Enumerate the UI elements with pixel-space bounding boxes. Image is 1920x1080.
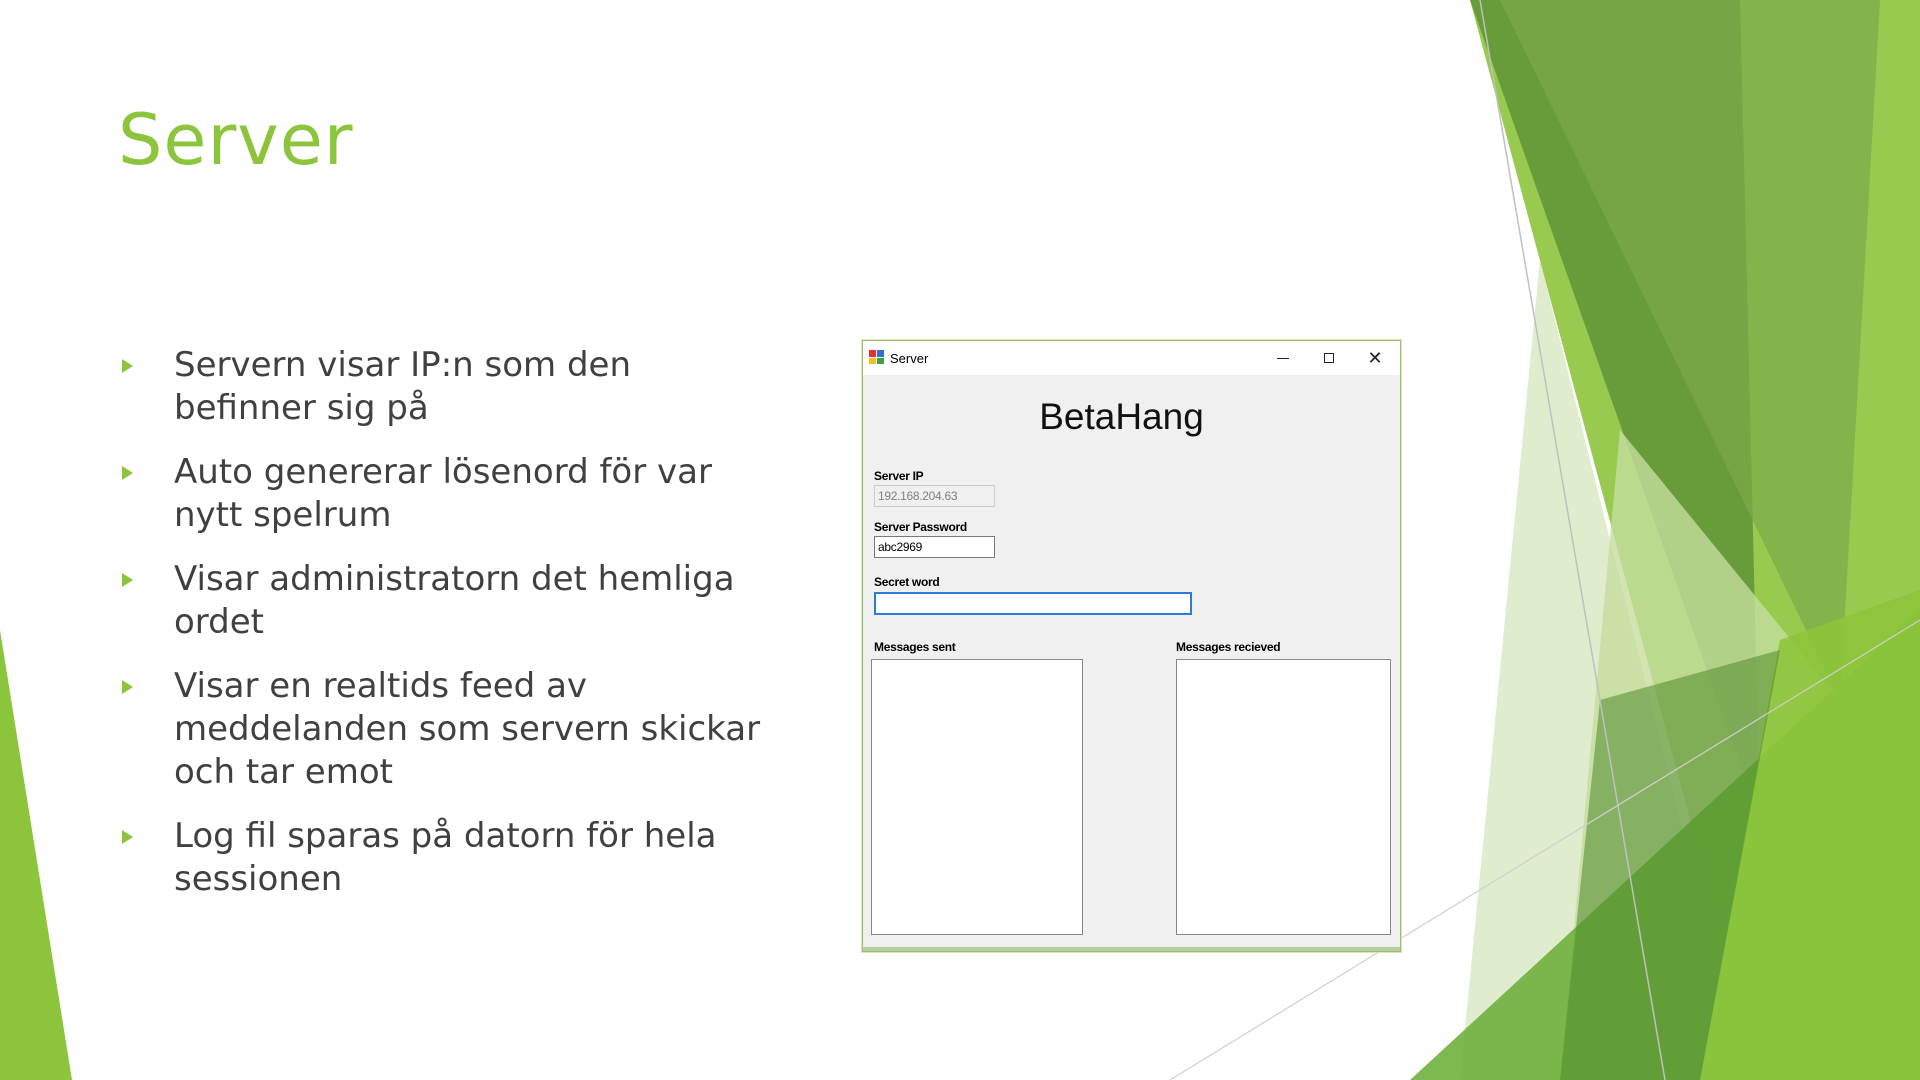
app-icon [869,350,884,364]
server-window-screenshot: Server ✕ BetaHang Server IP Server Passw… [862,340,1401,952]
bullet-text: Auto genererar lösenord för var nytt spe… [174,452,712,535]
bullet-item: Log fil sparas på datorn för hela sessio… [118,815,778,901]
server-ip-label: Server IP [874,469,924,483]
bullet-text: Log fil sparas på datorn för hela sessio… [174,816,717,899]
server-password-field[interactable] [874,536,995,558]
maximize-button[interactable] [1306,341,1352,375]
bullet-text: Visar en realtids feed av meddelanden so… [174,666,761,792]
bullet-item: Visar administratorn det hemliga ordet [118,558,778,644]
triangle-bullet-icon [122,466,133,480]
triangle-bullet-icon [122,680,133,694]
minimize-icon [1277,357,1289,359]
secret-word-label: Secret word [874,575,940,589]
bullet-item: Auto genererar lösenord för var nytt spe… [118,451,778,537]
bullet-list: Servern visar IP:n som den befinner sig … [118,344,778,922]
maximize-icon [1324,353,1334,363]
messages-received-list[interactable] [1176,659,1391,935]
messages-sent-list[interactable] [871,659,1083,935]
bullet-item: Visar en realtids feed av meddelanden so… [118,665,778,794]
server-password-label: Server Password [874,520,967,534]
messages-received-label: Messages recieved [1176,640,1281,654]
triangle-bullet-icon [122,573,133,587]
close-button[interactable]: ✕ [1352,341,1398,375]
secret-word-field[interactable] [874,592,1192,615]
bullet-item: Servern visar IP:n som den befinner sig … [118,344,778,430]
bullet-text: Servern visar IP:n som den befinner sig … [174,345,631,428]
left-accent-shape [0,630,72,1080]
window-title: Server [890,351,929,366]
bullet-text: Visar administratorn det hemliga ordet [174,559,735,642]
close-icon: ✕ [1367,348,1383,368]
app-heading: BetaHang [1039,396,1204,437]
triangle-bullet-icon [122,359,133,373]
messages-sent-label: Messages sent [874,640,956,654]
window-bottom-edge [863,947,1400,951]
window-titlebar[interactable]: Server ✕ [863,341,1400,375]
server-ip-field[interactable] [874,485,995,507]
triangle-bullet-icon [122,830,133,844]
minimize-button[interactable] [1260,341,1306,375]
slide-title: Server [118,99,354,181]
